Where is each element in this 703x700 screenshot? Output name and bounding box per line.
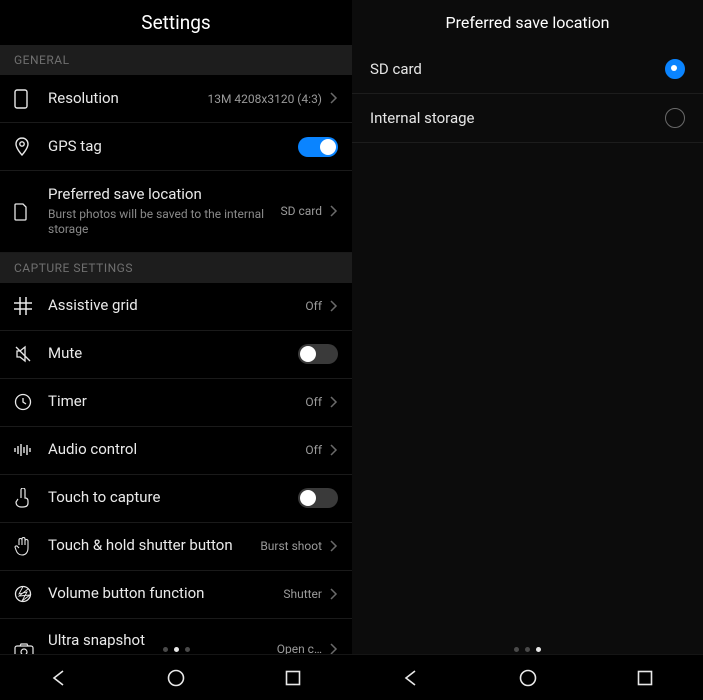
hold-label: Touch & hold shutter button	[48, 536, 260, 556]
chevron-right-icon	[330, 585, 338, 604]
option-internal-storage[interactable]: Internal storage	[352, 94, 703, 143]
volbtn-value: Shutter	[283, 587, 322, 601]
dot	[185, 647, 190, 652]
chevron-right-icon	[330, 89, 338, 108]
nav-recent-button[interactable]	[263, 670, 323, 686]
row-mute[interactable]: Mute	[0, 331, 352, 379]
chevron-right-icon	[330, 297, 338, 316]
saveloc-title: Preferred save location	[445, 13, 609, 32]
navbar-left	[0, 654, 352, 700]
row-gps-tag[interactable]: GPS tag	[0, 123, 352, 171]
option-sd-card[interactable]: SD card	[352, 45, 703, 94]
audio-wave-icon	[14, 443, 40, 457]
row-hold-shutter[interactable]: Touch & hold shutter button Burst shoot	[0, 523, 352, 571]
row-audio-control[interactable]: Audio control Off	[0, 427, 352, 475]
grid-value: Off	[305, 299, 322, 313]
hand-icon	[14, 536, 40, 556]
page-icon	[14, 203, 40, 221]
resolution-label: Resolution	[48, 89, 207, 109]
saveloc-title-bar: Preferred save location	[352, 0, 703, 45]
gps-toggle[interactable]	[298, 137, 338, 157]
nav-home-button[interactable]	[146, 668, 206, 688]
row-assistive-grid[interactable]: Assistive grid Off	[0, 283, 352, 331]
row-save-location[interactable]: Preferred save location Burst photos wil…	[0, 171, 352, 253]
dot-active	[536, 647, 541, 652]
page-dots-right	[352, 647, 703, 652]
chevron-right-icon	[330, 441, 338, 460]
saveloc-sublabel: Burst photos will be saved to the intern…	[48, 207, 280, 238]
saveloc-label: Preferred save location	[48, 185, 280, 205]
location-icon	[14, 137, 40, 157]
timer-value: Off	[305, 395, 322, 409]
chevron-right-icon	[330, 393, 338, 412]
settings-scroll[interactable]: GENERAL Resolution 13M 4208x3120 (4:3)	[0, 45, 352, 700]
section-capture: CAPTURE SETTINGS	[0, 253, 352, 283]
clock-icon	[14, 393, 40, 411]
sd-label: SD card	[370, 60, 665, 78]
nav-recent-button[interactable]	[615, 670, 675, 686]
page-dots-left	[0, 647, 352, 652]
timer-label: Timer	[48, 392, 305, 412]
touchcap-toggle[interactable]	[298, 488, 338, 508]
touch-icon	[14, 488, 40, 508]
mute-icon	[14, 345, 40, 363]
mute-toggle[interactable]	[298, 344, 338, 364]
nav-back-button[interactable]	[29, 669, 89, 687]
audio-value: Off	[305, 443, 322, 457]
volbtn-label: Volume button function	[48, 584, 283, 604]
internal-label: Internal storage	[370, 109, 665, 127]
device-icon	[14, 89, 40, 109]
grid-label: Assistive grid	[48, 296, 305, 316]
gps-label: GPS tag	[48, 137, 298, 157]
dot	[163, 647, 168, 652]
chevron-right-icon	[330, 202, 338, 221]
chevron-right-icon	[330, 537, 338, 556]
audio-label: Audio control	[48, 440, 305, 460]
navbar-right	[352, 654, 703, 700]
saveloc-value: SD card	[280, 204, 322, 218]
dot	[514, 647, 519, 652]
hold-value: Burst shoot	[260, 539, 322, 553]
nav-home-button[interactable]	[498, 668, 558, 688]
resolution-value: 13M 4208x3120 (4:3)	[207, 92, 322, 106]
radio-sd[interactable]	[665, 59, 685, 79]
grid-icon	[14, 297, 40, 315]
row-timer[interactable]: Timer Off	[0, 379, 352, 427]
nav-back-button[interactable]	[381, 669, 441, 687]
settings-title: Settings	[141, 11, 210, 34]
row-volume-button[interactable]: Volume button function Shutter	[0, 571, 352, 619]
row-touch-capture[interactable]: Touch to capture	[0, 475, 352, 523]
settings-title-bar: Settings	[0, 0, 352, 45]
dot	[525, 647, 530, 652]
shutter-icon	[14, 585, 40, 603]
dot-active	[174, 647, 179, 652]
settings-pane: Settings GENERAL Resolution 13M 4208x312…	[0, 0, 352, 700]
section-general: GENERAL	[0, 45, 352, 75]
radio-internal[interactable]	[665, 108, 685, 128]
mute-label: Mute	[48, 344, 298, 364]
touchcap-label: Touch to capture	[48, 488, 298, 508]
save-location-pane: Preferred save location SD card Internal…	[352, 0, 703, 700]
row-resolution[interactable]: Resolution 13M 4208x3120 (4:3)	[0, 75, 352, 123]
